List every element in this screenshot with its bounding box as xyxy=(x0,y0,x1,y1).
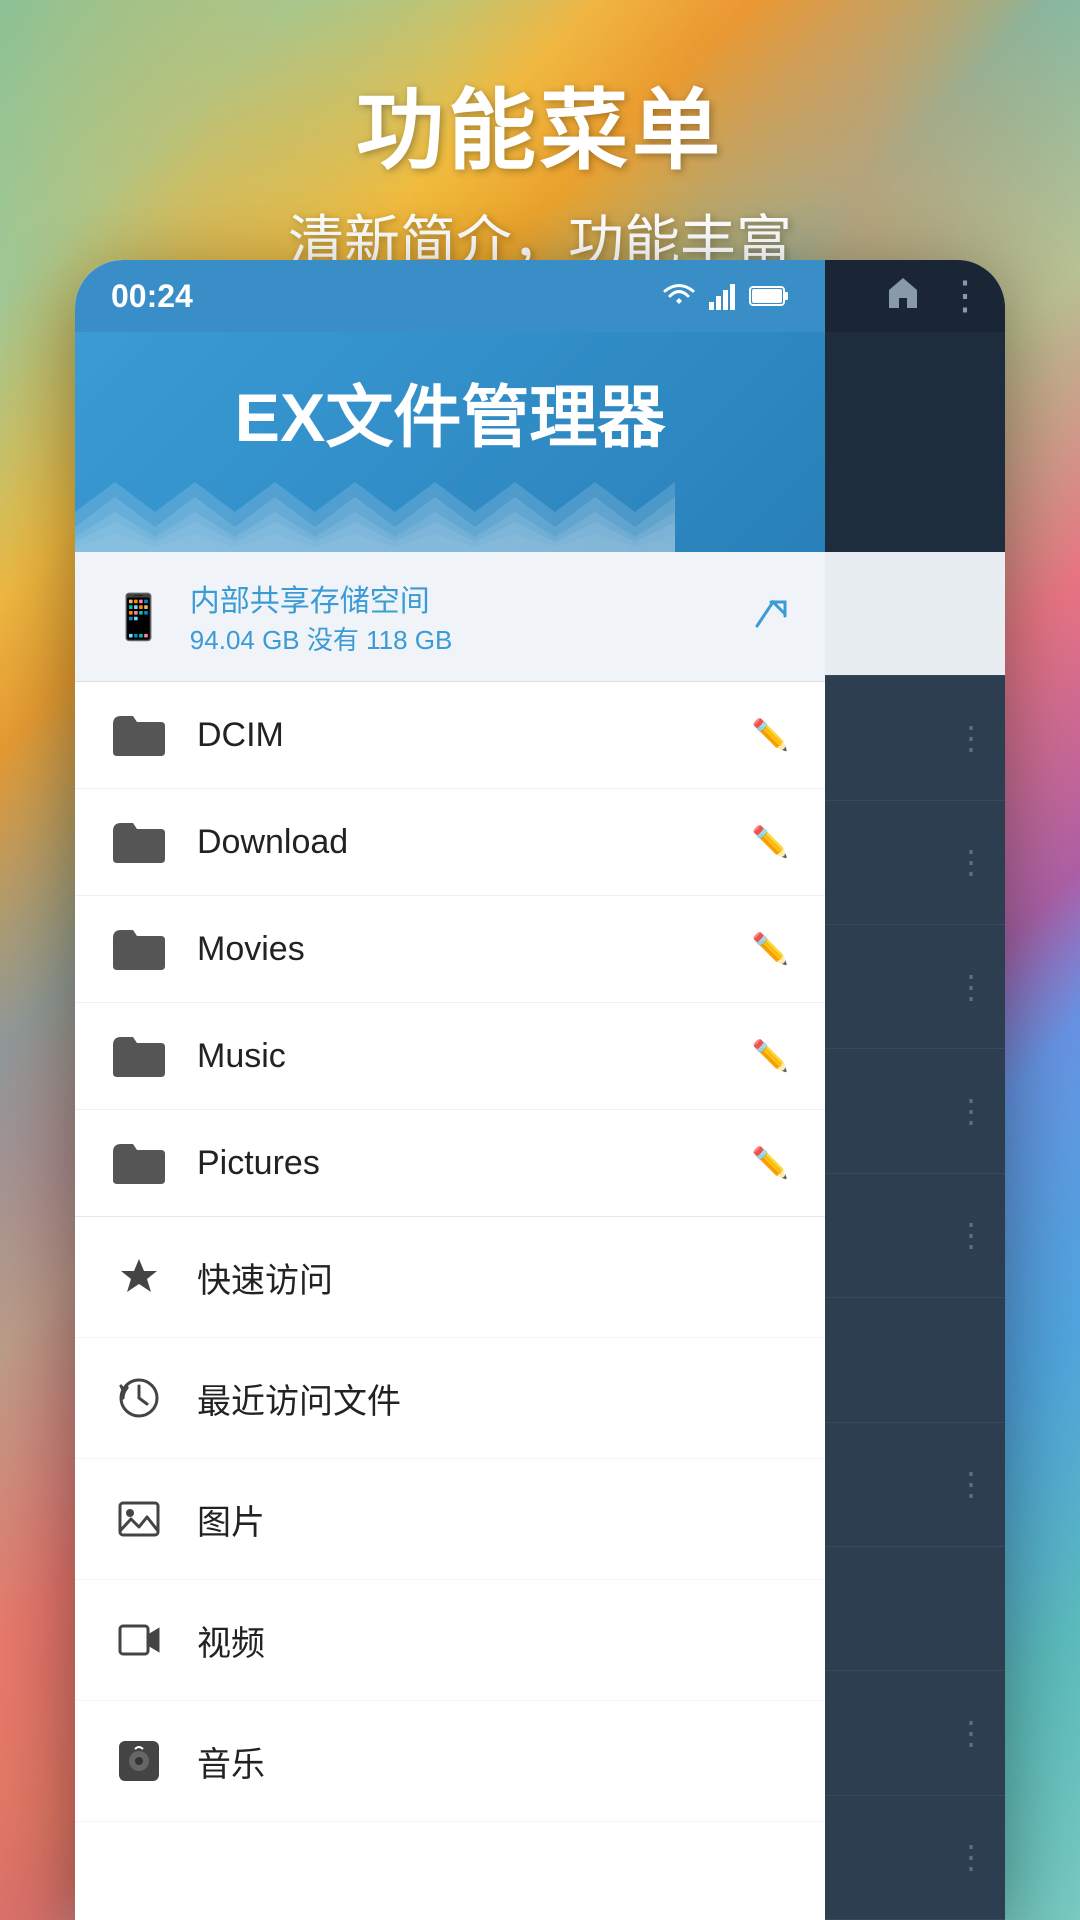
menu-label-video: 视频 xyxy=(197,1616,789,1665)
folder-item-pictures[interactable]: Pictures ✏️ xyxy=(75,1110,825,1216)
menu-list: 快速访问 最近访问文件 xyxy=(75,1217,825,1920)
folder-name-dcim: DCIM xyxy=(197,716,722,755)
right-header-area xyxy=(825,332,1005,552)
folder-name-download: Download xyxy=(197,823,722,862)
menu-item-images[interactable]: 图片 xyxy=(75,1459,825,1580)
right-row-video: ⋮ xyxy=(825,1671,1005,1795)
menu-item-music[interactable]: 音乐 xyxy=(75,1701,825,1822)
edit-icon-movies[interactable]: ✏️ xyxy=(752,932,789,967)
video-icon xyxy=(111,1612,167,1668)
music-icon xyxy=(111,1733,167,1789)
top-text-section: 功能菜单 清新简介，功能丰富 xyxy=(0,0,1080,278)
star-icon xyxy=(111,1249,167,1305)
folder-icon xyxy=(111,819,167,865)
right-row-storage xyxy=(825,552,1005,676)
storage-name: 内部共享存储空间 xyxy=(190,576,729,620)
context-menu-icon-music2[interactable]: ⋮ xyxy=(955,1838,985,1876)
phone-mockup: 00:24 xyxy=(75,260,1005,1920)
folder-icon xyxy=(111,1033,167,1079)
right-row-movies: ⋮ xyxy=(825,925,1005,1049)
folder-icon xyxy=(111,712,167,758)
folder-item-download[interactable]: Download ✏️ xyxy=(75,789,825,896)
storage-item[interactable]: 📱 内部共享存储空间 94.04 GB 没有 118 GB xyxy=(75,552,825,682)
folder-name-pictures: Pictures xyxy=(197,1144,722,1183)
menu-item-video[interactable]: 视频 xyxy=(75,1580,825,1701)
right-row-dcim: ⋮ xyxy=(825,676,1005,800)
edit-icon-pictures[interactable]: ✏️ xyxy=(752,1146,789,1181)
home-icon[interactable] xyxy=(885,274,921,319)
right-row-quickaccess xyxy=(825,1298,1005,1422)
right-row-music2: ⋮ xyxy=(825,1796,1005,1920)
right-row-recent: ⋮ xyxy=(825,1423,1005,1547)
battery-icon xyxy=(749,283,789,309)
folder-name-music: Music xyxy=(197,1037,722,1076)
image-icon xyxy=(111,1491,167,1547)
wave-decoration xyxy=(75,472,675,552)
phone-icon: 📱 xyxy=(111,591,166,643)
right-row-music: ⋮ xyxy=(825,1049,1005,1173)
right-row-download: ⋮ xyxy=(825,801,1005,925)
context-menu-icon-movies[interactable]: ⋮ xyxy=(955,968,985,1006)
menu-label-music: 音乐 xyxy=(197,1737,789,1786)
right-row-pictures: ⋮ xyxy=(825,1174,1005,1298)
phone-screen: 00:24 xyxy=(75,260,1005,1920)
context-menu-icon-recent[interactable]: ⋮ xyxy=(955,1465,985,1503)
storage-info: 内部共享存储空间 94.04 GB 没有 118 GB xyxy=(190,576,729,657)
status-time: 00:24 xyxy=(111,278,193,315)
context-menu-icon-dcim[interactable]: ⋮ xyxy=(955,719,985,757)
right-panel: ⋮ ⋮ ⋮ ⋮ ⋮ xyxy=(825,260,1005,1920)
status-icons xyxy=(661,282,789,310)
storage-space: 94.04 GB 没有 118 GB xyxy=(190,620,729,657)
menu-label-images: 图片 xyxy=(197,1495,789,1544)
context-menu-icon-music[interactable]: ⋮ xyxy=(955,1092,985,1130)
status-bar: 00:24 xyxy=(75,260,825,332)
edit-icon-download[interactable]: ✏️ xyxy=(752,825,789,860)
folder-item-dcim[interactable]: DCIM ✏️ xyxy=(75,682,825,789)
folder-item-music[interactable]: Music ✏️ xyxy=(75,1003,825,1110)
right-row-images xyxy=(825,1547,1005,1671)
wifi-icon xyxy=(661,282,697,310)
top-title: 功能菜单 xyxy=(0,60,1080,187)
menu-item-recent[interactable]: 最近访问文件 xyxy=(75,1338,825,1459)
signal-icon xyxy=(709,282,737,310)
folder-item-movies[interactable]: Movies ✏️ xyxy=(75,896,825,1003)
context-menu-icon-download[interactable]: ⋮ xyxy=(955,843,985,881)
right-rows: ⋮ ⋮ ⋮ ⋮ ⋮ ⋮ xyxy=(825,552,1005,1920)
storage-arrow-icon xyxy=(753,594,789,639)
app-title: EX文件管理器 xyxy=(111,362,789,461)
more-options-icon[interactable]: ⋮ xyxy=(945,276,985,316)
folder-icon xyxy=(111,926,167,972)
app-header: EX文件管理器 xyxy=(75,332,825,552)
menu-label-recent: 最近访问文件 xyxy=(197,1374,789,1423)
folder-list: DCIM ✏️ Download ✏️ xyxy=(75,682,825,1217)
menu-item-quickaccess[interactable]: 快速访问 xyxy=(75,1217,825,1338)
drawer-panel: 00:24 xyxy=(75,260,825,1920)
edit-icon-dcim[interactable]: ✏️ xyxy=(752,718,789,753)
folder-name-movies: Movies xyxy=(197,930,722,969)
right-panel-top: ⋮ xyxy=(825,260,1005,332)
folder-icon xyxy=(111,1140,167,1186)
history-icon xyxy=(111,1370,167,1426)
edit-icon-music[interactable]: ✏️ xyxy=(752,1039,789,1074)
context-menu-icon-pictures[interactable]: ⋮ xyxy=(955,1216,985,1254)
menu-label-quickaccess: 快速访问 xyxy=(197,1253,789,1302)
context-menu-icon-video[interactable]: ⋮ xyxy=(955,1714,985,1752)
